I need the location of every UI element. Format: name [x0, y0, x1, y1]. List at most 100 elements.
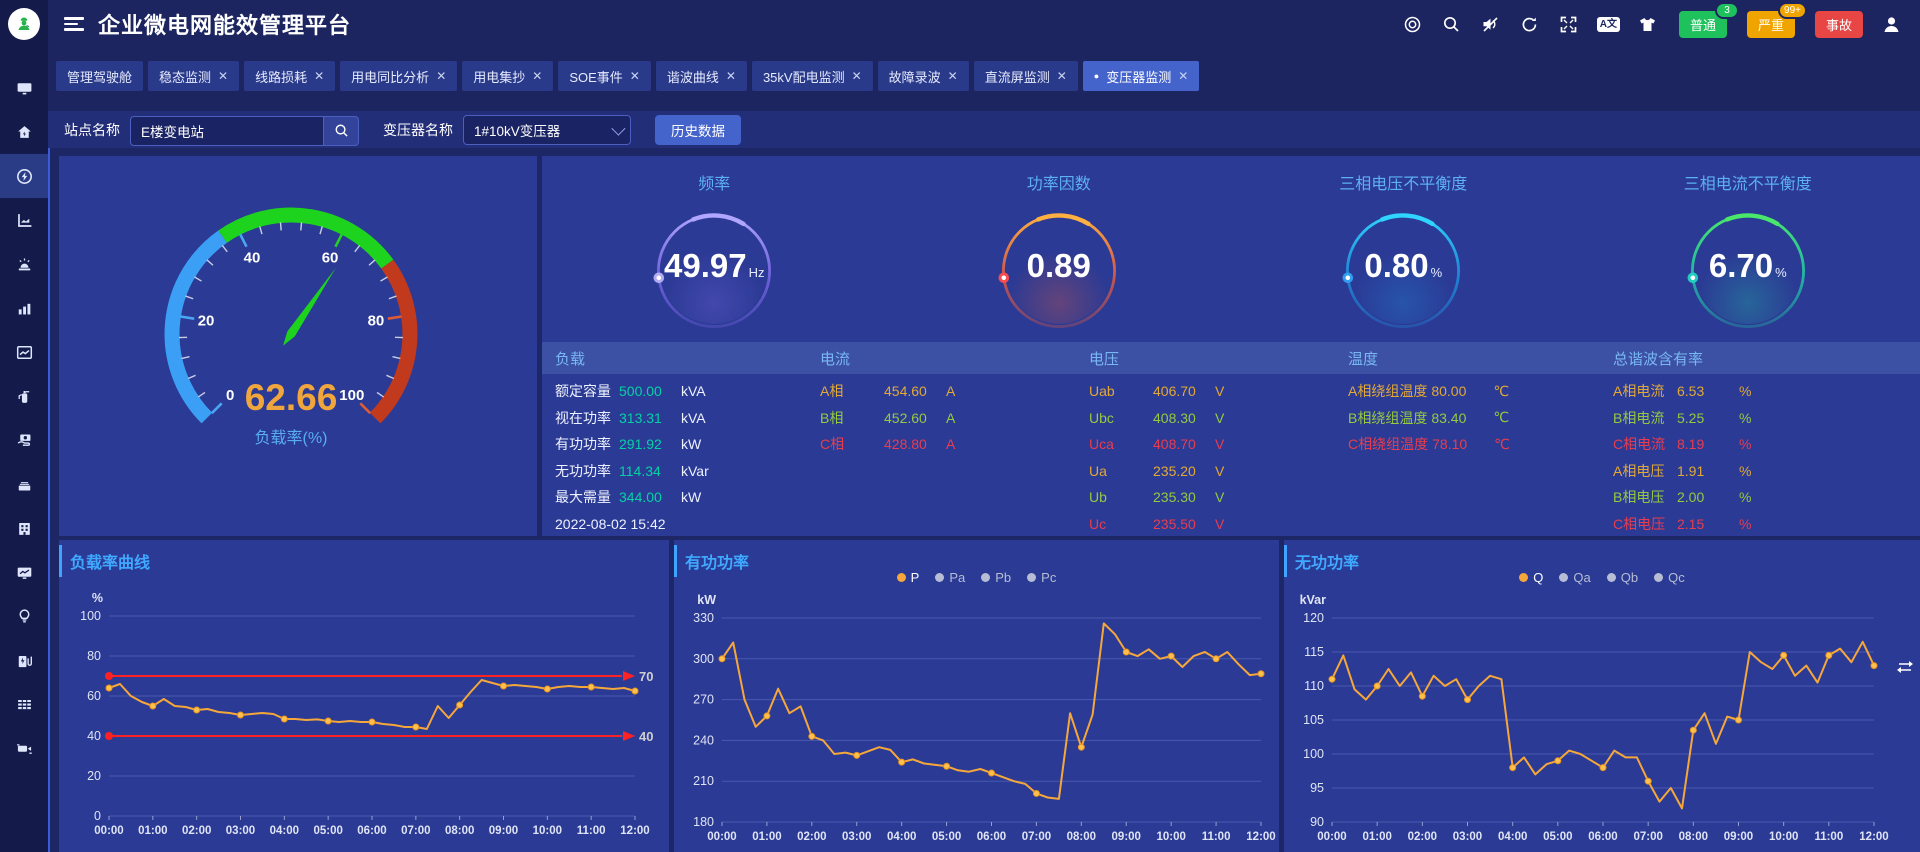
sidebar-item-12[interactable] [0, 550, 48, 594]
svg-text:11:00: 11:00 [577, 825, 606, 837]
row-label: B相绕组温度 [1348, 408, 1427, 428]
monitor-curve-icon [16, 564, 33, 581]
sidebar-item-15[interactable] [0, 682, 48, 726]
sidebar-item-1[interactable] [0, 66, 48, 110]
row-label: B相电压 [1613, 487, 1673, 507]
tab-线路损耗[interactable]: 线路损耗 ✕ [244, 61, 335, 91]
table-row: Ua235.20V [1089, 458, 1335, 485]
tab-谐波曲线[interactable]: 谐波曲线✕ [656, 61, 747, 91]
svg-text:40: 40 [639, 729, 653, 744]
ring-gauge-4: 三相电流不平衡度6.70% [1576, 156, 1920, 338]
translate-icon[interactable]: A文 [1597, 17, 1620, 32]
alarm-badge-1[interactable]: 普通3 [1679, 11, 1727, 38]
tab-close-icon[interactable]: ✕ [436, 70, 446, 82]
tab-用电同比分析[interactable]: 用电同比分析 ✕ [340, 61, 457, 91]
row-label: 有功功率 [555, 434, 615, 454]
row-value: 313.31 [619, 410, 681, 426]
load-rate-gauge: 02040608010062.66负载率(%) [59, 156, 537, 536]
svg-text:120: 120 [1303, 611, 1324, 625]
row-value: 235.20 [1153, 463, 1215, 479]
site-name-input[interactable] [130, 116, 323, 146]
svg-text:01:00: 01:00 [1362, 831, 1391, 843]
refresh-icon[interactable] [1519, 13, 1541, 35]
sidebar-item-7[interactable] [0, 330, 48, 374]
alarm-badge-2[interactable]: 严重99+ [1747, 11, 1795, 38]
sidebar-item-4[interactable] [0, 198, 48, 242]
table-row: C相428.80A [820, 431, 1076, 458]
tab-close-icon[interactable]: ✕ [1057, 70, 1067, 82]
svg-text:105: 105 [1303, 713, 1324, 727]
bolt-circle-icon [16, 168, 33, 185]
tab-close-icon[interactable]: ✕ [630, 70, 640, 82]
sidebar-item-5[interactable] [0, 242, 48, 286]
row-label: Ubc [1089, 410, 1149, 426]
tab-label: 用电同比分析 [351, 67, 429, 86]
site-search-button[interactable] [323, 116, 359, 146]
svg-text:09:00: 09:00 [1112, 831, 1141, 843]
transformer-select[interactable]: 1#10kV变压器 [463, 115, 631, 145]
history-data-button[interactable]: 历史数据 [655, 115, 741, 145]
user-icon[interactable] [1880, 13, 1902, 35]
tab-变压器监测[interactable]: ●变压器监测✕ [1083, 61, 1200, 91]
sidebar-item-9[interactable] [0, 418, 48, 462]
tab-close-icon[interactable]: ✕ [726, 70, 736, 82]
alarm-badge-3[interactable]: 事故 [1815, 11, 1863, 38]
svg-text:05:00: 05:00 [932, 831, 961, 843]
idea-bulb-icon [16, 608, 33, 625]
sidebar-item-3[interactable] [0, 154, 48, 198]
speaker-muted-icon[interactable] [1480, 13, 1502, 35]
tab-label: 35kV配电监测 [763, 67, 845, 86]
tab-close-icon[interactable]: ✕ [852, 70, 862, 82]
row-unit: % [1739, 489, 1751, 505]
svg-text:07:00: 07:00 [1022, 831, 1051, 843]
row-value: 452.60 [884, 410, 946, 426]
tab-用电集抄[interactable]: 用电集抄✕ [462, 61, 553, 91]
fullscreen-icon[interactable] [1558, 13, 1580, 35]
app-logo[interactable] [8, 8, 40, 40]
tab-close-icon[interactable]: ✕ [1178, 70, 1188, 82]
tab-直流屏监测[interactable]: 直流屏监测✕ [974, 61, 1078, 91]
tab-label: 线路损耗 [255, 67, 307, 86]
row-unit: V [1215, 463, 1224, 479]
tab-close-icon[interactable]: ✕ [532, 70, 542, 82]
svg-text:01:00: 01:00 [138, 825, 167, 837]
svg-text:270: 270 [693, 693, 714, 707]
row-unit: kVA [681, 410, 706, 426]
tab-SOE事件[interactable]: SOE事件✕ [558, 61, 651, 91]
tab-close-icon[interactable]: ✕ [948, 70, 958, 82]
theme-shirt-icon[interactable] [1637, 13, 1659, 35]
tab-故障录波[interactable]: 故障录波✕ [878, 61, 969, 91]
row-value: 2.00 [1677, 489, 1739, 505]
row-unit: % [1739, 436, 1751, 452]
at-circle-icon[interactable] [1402, 13, 1424, 35]
svg-text:11:00: 11:00 [1202, 831, 1231, 843]
sidebar-item-2[interactable] [0, 110, 48, 154]
sidebar-item-16[interactable] [0, 726, 48, 770]
svg-text:07:00: 07:00 [401, 825, 430, 837]
row-value: 8.19 [1677, 436, 1739, 452]
svg-text:%: % [92, 591, 103, 605]
sidebar-item-6[interactable] [0, 286, 48, 330]
svg-text:08:00: 08:00 [445, 825, 474, 837]
sidebar-item-11[interactable] [0, 506, 48, 550]
svg-text:09:00: 09:00 [489, 825, 518, 837]
chart-drawer-toggle-icon[interactable] [1896, 658, 1914, 676]
svg-text:01:00: 01:00 [752, 831, 781, 843]
sidebar-item-13[interactable] [0, 594, 48, 638]
row-unit: kVar [681, 463, 709, 479]
hamburger-icon[interactable] [64, 17, 84, 31]
table-row: B相452.60A [820, 405, 1076, 432]
sidebar-item-8[interactable] [0, 374, 48, 418]
row-unit: % [1739, 383, 1751, 399]
search-icon[interactable] [1441, 13, 1463, 35]
tab-close-icon[interactable]: ✕ [218, 70, 228, 82]
tab-稳态监测[interactable]: 稳态监测✕ [148, 61, 239, 91]
tab-管理驾驶舱[interactable]: 管理驾驶舱 [56, 61, 143, 91]
row-unit: A [946, 436, 955, 452]
tab-close-icon[interactable]: ✕ [314, 70, 324, 82]
tab-35kV配电监测[interactable]: 35kV配电监测 ✕ [752, 61, 873, 91]
sidebar-item-14[interactable] [0, 638, 48, 682]
sidebar-item-10[interactable] [0, 462, 48, 506]
svg-text:00:00: 00:00 [707, 831, 736, 843]
row-value: 344.00 [619, 489, 681, 505]
